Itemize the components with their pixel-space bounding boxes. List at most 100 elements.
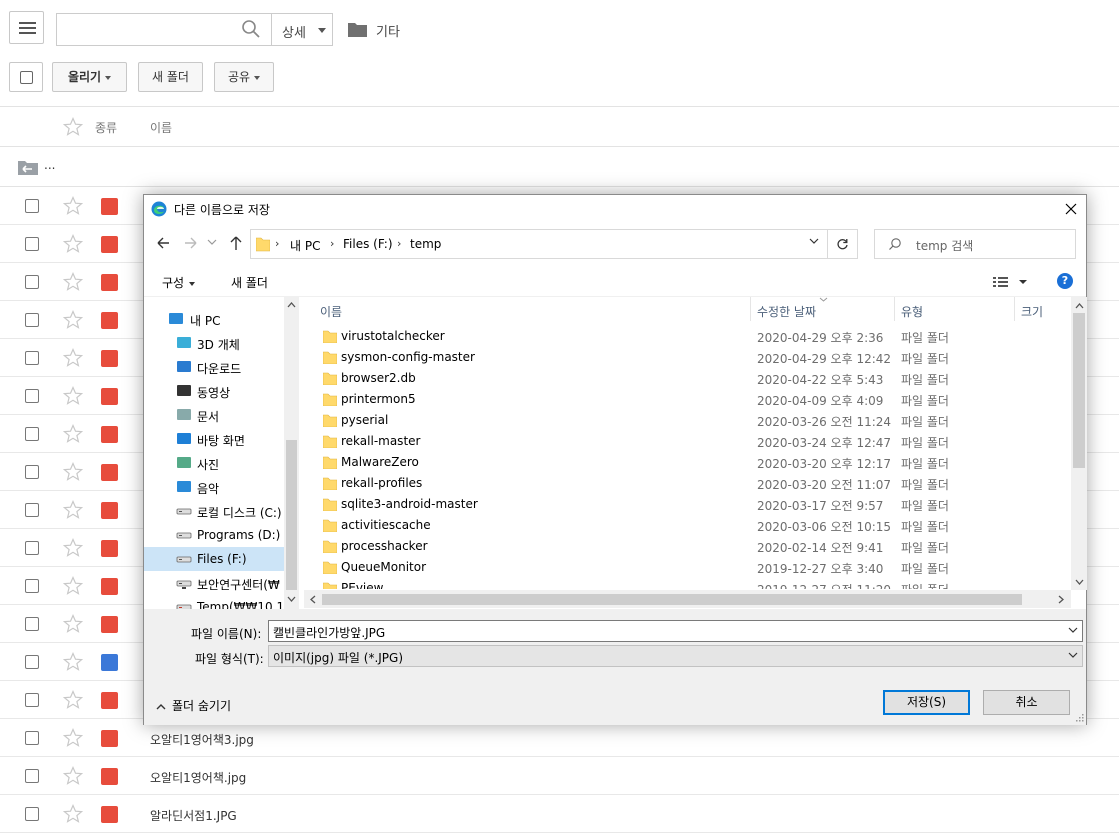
chevron-down-icon[interactable]: [206, 236, 218, 248]
hide-folders-toggle[interactable]: 폴더 숨기기: [156, 697, 231, 714]
nav-item[interactable]: Files (F:): [144, 547, 284, 571]
scroll-right-icon[interactable]: [1058, 595, 1065, 604]
nav-item[interactable]: 다운로드: [144, 355, 284, 379]
star-icon[interactable]: [63, 690, 83, 710]
row-checkbox[interactable]: [25, 237, 39, 251]
nav-item[interactable]: 동영상: [144, 379, 284, 403]
view-options-icon[interactable]: [993, 275, 1031, 289]
folder-row[interactable]: PEview 2019-12-27 오전 11:20 파일 폴더: [304, 577, 1073, 589]
folder-row[interactable]: rekall-profiles 2020-03-20 오전 11:07 파일 폴더: [304, 472, 1073, 493]
star-icon[interactable]: [63, 652, 83, 672]
star-icon[interactable]: [63, 196, 83, 216]
folder-row[interactable]: browser2.db 2020-04-22 오후 5:43 파일 폴더: [304, 367, 1073, 388]
row-checkbox[interactable]: [25, 199, 39, 213]
folder-row[interactable]: QueueMonitor 2019-12-27 오후 3:40 파일 폴더: [304, 556, 1073, 577]
star-icon[interactable]: [63, 310, 83, 330]
name-column-header[interactable]: 이름: [150, 119, 172, 136]
row-checkbox[interactable]: [25, 807, 39, 821]
folder-row[interactable]: MalwareZero 2020-03-20 오후 12:17 파일 폴더: [304, 451, 1073, 472]
folder-row[interactable]: pyserial 2020-03-26 오전 11:24 파일 폴더: [304, 409, 1073, 430]
new-folder-button[interactable]: 새 폴더: [138, 62, 203, 92]
row-checkbox[interactable]: [25, 389, 39, 403]
kind-column-header[interactable]: 종류: [95, 119, 117, 136]
nav-item[interactable]: 내 PC: [144, 307, 284, 331]
row-checkbox[interactable]: [25, 351, 39, 365]
star-icon[interactable]: [63, 272, 83, 292]
save-button[interactable]: 저장(S): [883, 690, 970, 715]
nav-item[interactable]: 문서: [144, 403, 284, 427]
scroll-down-icon[interactable]: [1075, 579, 1084, 586]
row-checkbox[interactable]: [25, 427, 39, 441]
nav-item[interactable]: Programs (D:): [144, 523, 284, 547]
star-icon[interactable]: [63, 728, 83, 748]
breadcrumb-folder[interactable]: temp: [410, 237, 441, 251]
star-icon[interactable]: [63, 766, 83, 786]
star-icon[interactable]: [63, 386, 83, 406]
star-icon[interactable]: [63, 348, 83, 368]
row-checkbox[interactable]: [25, 617, 39, 631]
dialog-new-folder-button[interactable]: 새 폴더: [231, 274, 268, 291]
name-column-header[interactable]: 이름: [320, 303, 342, 320]
refresh-button[interactable]: [828, 229, 858, 259]
file-row[interactable]: 알라딘서점1.JPG: [0, 795, 1119, 833]
nav-item[interactable]: 사진: [144, 451, 284, 475]
modified-column-header[interactable]: 수정한 날짜: [757, 303, 816, 320]
size-column-header[interactable]: 크기: [1021, 303, 1043, 320]
nav-item[interactable]: 로컬 디스크 (C:): [144, 499, 284, 523]
detail-search-button[interactable]: 상세: [271, 13, 333, 46]
row-checkbox[interactable]: [25, 275, 39, 289]
parent-folder-icon[interactable]: [18, 159, 38, 175]
nav-item[interactable]: 보안연구센터(₩: [144, 571, 284, 595]
address-dropdown-icon[interactable]: [808, 237, 820, 247]
nav-item[interactable]: 음악: [144, 475, 284, 499]
row-checkbox[interactable]: [25, 693, 39, 707]
row-checkbox[interactable]: [25, 579, 39, 593]
list-vertical-scrollbar-thumb[interactable]: [1073, 313, 1085, 468]
back-arrow-icon[interactable]: [154, 234, 172, 252]
nav-scrollbar-thumb[interactable]: [286, 440, 297, 590]
row-checkbox[interactable]: [25, 731, 39, 745]
select-all-checkbox[interactable]: [9, 62, 43, 92]
scroll-up-icon[interactable]: [1075, 302, 1084, 309]
file-name[interactable]: 알라딘서점1.JPG: [150, 807, 237, 824]
folder-row[interactable]: rekall-master 2020-03-24 오후 12:47 파일 폴더: [304, 430, 1073, 451]
list-horizontal-scrollbar-thumb[interactable]: [322, 594, 1022, 605]
folder-row[interactable]: activitiescache 2020-03-06 오전 10:15 파일 폴더: [304, 514, 1073, 535]
scroll-up-icon[interactable]: [287, 301, 296, 308]
star-icon[interactable]: [63, 804, 83, 824]
menu-button[interactable]: [9, 11, 44, 44]
row-checkbox[interactable]: [25, 769, 39, 783]
row-checkbox[interactable]: [25, 541, 39, 555]
star-icon[interactable]: [63, 576, 83, 596]
nav-item[interactable]: Temp(₩₩10.10.: [144, 595, 296, 609]
row-checkbox[interactable]: [25, 465, 39, 479]
folder-search-input[interactable]: temp 검색: [874, 229, 1076, 259]
nav-item[interactable]: 3D 개체: [144, 331, 284, 355]
search-input[interactable]: [56, 13, 271, 46]
star-icon[interactable]: [63, 117, 83, 137]
star-icon[interactable]: [63, 500, 83, 520]
chevron-down-icon[interactable]: [1068, 625, 1078, 635]
breadcrumb-pc[interactable]: 내 PC: [290, 237, 320, 254]
cancel-button[interactable]: 취소: [983, 690, 1070, 715]
star-icon[interactable]: [63, 538, 83, 558]
share-button[interactable]: 공유: [214, 62, 274, 92]
parent-folder-link[interactable]: ...: [44, 158, 55, 172]
row-checkbox[interactable]: [25, 503, 39, 517]
row-checkbox[interactable]: [25, 655, 39, 669]
folder-row[interactable]: processhacker 2020-02-14 오전 9:41 파일 폴더: [304, 535, 1073, 556]
folder-row[interactable]: virustotalchecker 2020-04-29 오후 2:36 파일 폴더: [304, 325, 1073, 346]
file-row[interactable]: 오알티1영어책.jpg: [0, 757, 1119, 795]
resize-grip-icon[interactable]: [1074, 712, 1084, 722]
upload-button[interactable]: 올리기: [52, 62, 127, 92]
star-icon[interactable]: [63, 462, 83, 482]
file-name[interactable]: 오알티1영어책.jpg: [150, 769, 246, 786]
star-icon[interactable]: [63, 424, 83, 444]
filetype-select[interactable]: 이미지(jpg) 파일 (*.JPG): [268, 645, 1083, 667]
help-icon[interactable]: ?: [1057, 273, 1073, 289]
up-arrow-icon[interactable]: [227, 234, 245, 252]
type-column-header[interactable]: 유형: [901, 303, 923, 320]
close-icon[interactable]: [1059, 198, 1083, 220]
star-icon[interactable]: [63, 614, 83, 634]
folder-row[interactable]: sysmon-config-master 2020-04-29 오후 12:42 파…: [304, 346, 1073, 367]
